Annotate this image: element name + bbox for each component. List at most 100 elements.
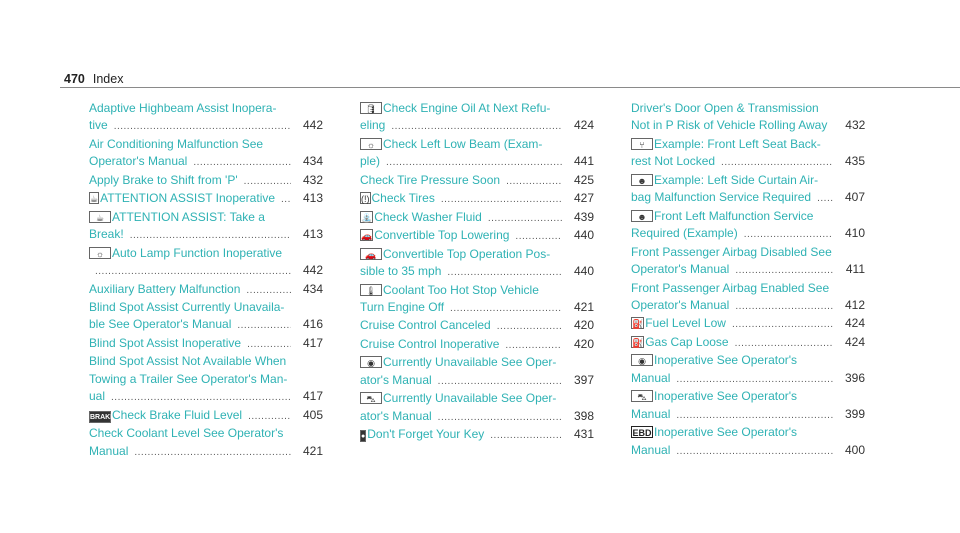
index-entry[interactable]: Auxiliary Battery Malfunction 434 bbox=[89, 281, 323, 299]
entry-text: Manual bbox=[631, 406, 671, 421]
index-entry[interactable]: ☻ Example: Left Side Curtain Air-bag Malf… bbox=[631, 172, 865, 208]
header-rule bbox=[60, 87, 960, 88]
index-entry[interactable]: ⛍ Currently Unavailable See Oper-ator's M… bbox=[360, 390, 594, 426]
page-reference[interactable]: 396 bbox=[839, 370, 865, 387]
page-reference[interactable]: 424 bbox=[839, 334, 865, 351]
index-entry-line: Turn Engine Off 421 bbox=[360, 299, 594, 317]
dot-leader bbox=[246, 282, 291, 299]
page-reference[interactable]: 424 bbox=[568, 117, 594, 134]
index-entry[interactable]: Cruise Control Inoperative 420 bbox=[360, 336, 594, 354]
index-entry[interactable]: ◉ Currently Unavailable See Oper-ator's M… bbox=[360, 354, 594, 390]
index-entry[interactable]: Cruise Control Canceled 420 bbox=[360, 317, 594, 335]
index-entry[interactable]: EBDInoperative See Operator'sManual400 bbox=[631, 424, 865, 460]
index-entry[interactable]: ☕ATTENTION ASSIST Inoperative 413 bbox=[89, 190, 323, 208]
page-reference[interactable]: 442 bbox=[297, 262, 323, 279]
key-icon: ● bbox=[360, 430, 367, 443]
page-reference[interactable]: 412 bbox=[839, 297, 865, 314]
page-reference[interactable]: 400 bbox=[839, 442, 865, 459]
page-reference[interactable]: 420 bbox=[568, 317, 594, 334]
index-entry-line: sible to 35 mph 440 bbox=[360, 263, 594, 281]
page-reference[interactable]: 407 bbox=[839, 189, 865, 206]
index-entry[interactable]: ◉Inoperative See Operator'sManual396 bbox=[631, 352, 865, 388]
dot-leader bbox=[744, 226, 833, 243]
page-reference[interactable]: 397 bbox=[568, 372, 594, 389]
entry-text: Check Tires bbox=[371, 191, 435, 206]
page-reference[interactable]: 441 bbox=[568, 153, 594, 170]
index-entry-line: ator's Manual 397 bbox=[360, 372, 594, 390]
page-reference[interactable]: 424 bbox=[839, 315, 865, 332]
page-reference[interactable]: 417 bbox=[297, 388, 323, 405]
page-reference[interactable]: 405 bbox=[297, 407, 323, 424]
index-entry[interactable]: Blind Spot Assist Inoperative 417 bbox=[89, 335, 323, 353]
page-reference[interactable]: 411 bbox=[839, 261, 865, 278]
index-entry-line: BRAKECheck Brake Fluid Level 405 bbox=[89, 407, 323, 425]
index-entry[interactable]: Check Tire Pressure Soon 425 bbox=[360, 172, 594, 190]
index-entry[interactable]: ●Don't Forget Your Key 431 bbox=[360, 426, 594, 444]
index-entry[interactable]: Front Passenger Airbag Disabled See Opera… bbox=[631, 244, 865, 280]
page-reference[interactable]: 398 bbox=[568, 408, 594, 425]
page-reference[interactable]: 421 bbox=[297, 443, 323, 460]
index-entry-line: ble See Operator's Manual 416 bbox=[89, 316, 323, 334]
page-reference[interactable]: 420 bbox=[568, 336, 594, 353]
index-entry[interactable]: ⛍Inoperative See Operator'sManual399 bbox=[631, 388, 865, 424]
page-reference[interactable]: 431 bbox=[568, 426, 594, 443]
page-reference[interactable]: 439 bbox=[568, 209, 594, 226]
page-reference[interactable]: 417 bbox=[297, 335, 323, 352]
index-entry[interactable]: 🚗 Convertible Top Lowering 440 bbox=[360, 227, 594, 245]
page-reference[interactable]: 399 bbox=[839, 406, 865, 423]
dot-leader bbox=[450, 300, 562, 317]
index-entry[interactable]: Adaptive Highbeam Assist Inopera-tive 442 bbox=[89, 100, 323, 136]
index-entry-line: eling 424 bbox=[360, 117, 594, 135]
index-entry-line: ⛽Fuel Level Low 424 bbox=[631, 315, 865, 333]
page-reference[interactable]: 432 bbox=[297, 172, 323, 189]
index-entry-line: Check Coolant Level See Operator's bbox=[89, 425, 323, 442]
index-entry-line: 442 bbox=[89, 262, 323, 280]
page-reference[interactable]: 425 bbox=[568, 172, 594, 189]
page-reference[interactable]: 413 bbox=[297, 190, 323, 207]
index-entry[interactable]: Air Conditioning Malfunction See Operator… bbox=[89, 136, 323, 172]
index-entry[interactable]: ⛲Check Washer Fluid 439 bbox=[360, 209, 594, 227]
index-entry[interactable]: Check Coolant Level See Operator's Manual… bbox=[89, 425, 323, 461]
index-entry-line: tive 442 bbox=[89, 117, 323, 135]
page-reference[interactable]: 416 bbox=[297, 316, 323, 333]
index-entry[interactable]: Blind Spot Assist Currently Unavaila-ble… bbox=[89, 299, 323, 335]
index-entry[interactable]: (!)Check Tires 427 bbox=[360, 190, 594, 208]
page-reference[interactable]: 427 bbox=[568, 190, 594, 207]
index-entry-line: Towing a Trailer See Operator's Man- bbox=[89, 371, 323, 388]
index-entry[interactable]: Driver's Door Open & Transmission Not in … bbox=[631, 100, 865, 136]
entry-text: ATTENTION ASSIST: Take a bbox=[112, 209, 265, 224]
page-reference[interactable]: 440 bbox=[568, 263, 594, 280]
entry-text: Currently Unavailable See Oper- bbox=[383, 355, 557, 370]
index-entry[interactable]: Apply Brake to Shift from 'P' 432 bbox=[89, 172, 323, 190]
index-entry-line: Operator's Manual 411 bbox=[631, 261, 865, 279]
index-entry[interactable]: ☻ Front Left Malfunction Service Required … bbox=[631, 208, 865, 244]
page-reference[interactable]: 413 bbox=[297, 226, 323, 243]
page-reference[interactable]: 440 bbox=[568, 227, 594, 244]
page-reference[interactable]: 432 bbox=[839, 117, 865, 134]
index-entry[interactable]: 🚗 Convertible Top Operation Pos-sible to… bbox=[360, 246, 594, 282]
page-reference[interactable]: 435 bbox=[839, 153, 865, 170]
fuel-pump-icon: ⛽ bbox=[631, 317, 645, 330]
index-entry[interactable]: ⛽Fuel Level Low 424 bbox=[631, 315, 865, 333]
page-reference[interactable]: 442 bbox=[297, 117, 323, 134]
index-entry[interactable]: 🛢Check Engine Oil At Next Refu-eling 424 bbox=[360, 100, 594, 136]
dot-leader bbox=[281, 191, 291, 208]
index-entry-line: ☼ Check Left Low Beam (Exam- bbox=[360, 136, 594, 153]
entry-text: Manual bbox=[631, 370, 671, 385]
page-reference[interactable]: 434 bbox=[297, 281, 323, 298]
index-entry[interactable]: ☼Check Left Low Beam (Exam-ple) 441 bbox=[360, 136, 594, 172]
index-entry[interactable]: ☼Auto Lamp Function Inoperative442 bbox=[89, 245, 323, 281]
page-reference[interactable]: 410 bbox=[839, 225, 865, 242]
page-reference[interactable]: 421 bbox=[568, 299, 594, 316]
index-entry[interactable]: 🌡 Coolant Too Hot Stop Vehicle Turn Engine… bbox=[360, 282, 594, 318]
index-entry[interactable]: ⑂ Example: Front Left Seat Back-rest Not … bbox=[631, 136, 865, 172]
page-reference[interactable]: 434 bbox=[297, 153, 323, 170]
entry-text: Fuel Level Low bbox=[645, 316, 726, 331]
index-entry[interactable]: BRAKECheck Brake Fluid Level 405 bbox=[89, 407, 323, 425]
index-entry[interactable]: Front Passenger Airbag Enabled See Operat… bbox=[631, 280, 865, 316]
entry-text: ator's Manual bbox=[360, 372, 432, 387]
index-entry[interactable]: ⛽Gas Cap Loose 424 bbox=[631, 334, 865, 352]
oil-can-icon: 🛢 bbox=[360, 102, 382, 114]
index-entry[interactable]: ☕ATTENTION ASSIST: Take aBreak!413 bbox=[89, 209, 323, 245]
index-entry[interactable]: Blind Spot Assist Not Available When Towi… bbox=[89, 353, 323, 406]
